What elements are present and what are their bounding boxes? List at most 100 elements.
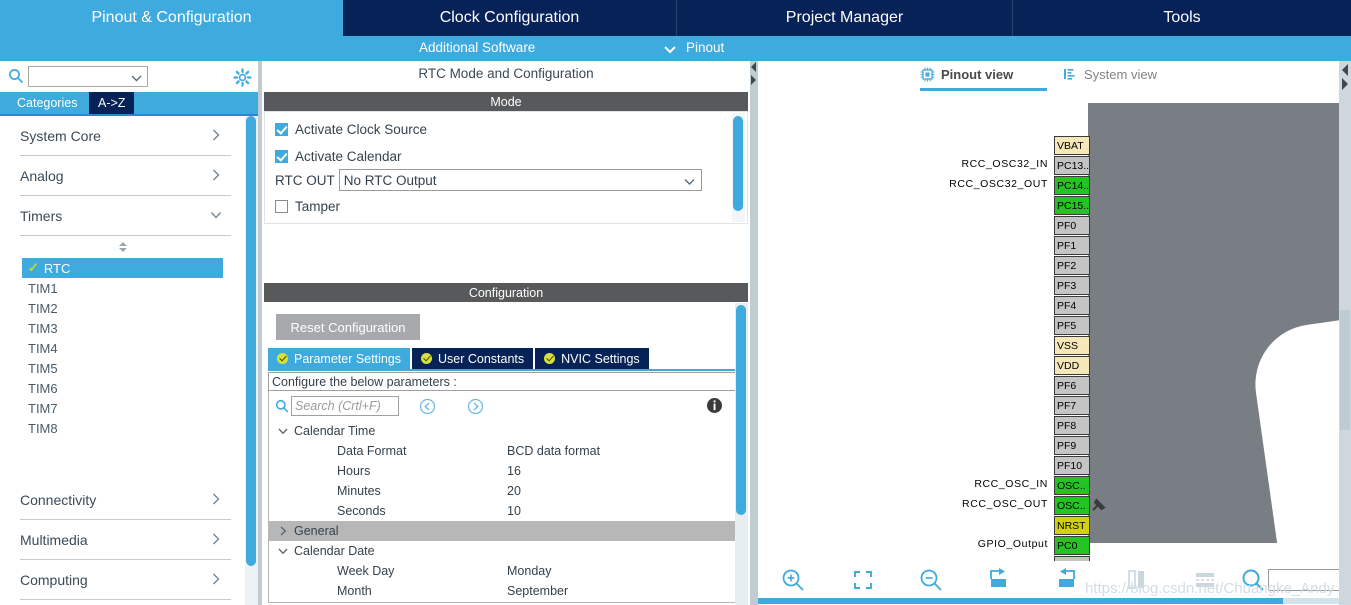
pin-pf7[interactable]: PF7 (1054, 396, 1090, 415)
tab-label: Tools (1163, 9, 1201, 26)
right-panel-scrollbar-thumb[interactable] (1340, 310, 1350, 430)
sidebar-item-tim8[interactable]: TIM8 (0, 418, 245, 438)
search-input[interactable] (28, 66, 148, 87)
sidebar-item-connectivity[interactable]: Connectivity (20, 480, 231, 520)
peripheral-label: TIM4 (28, 340, 58, 356)
tab-parameter-settings[interactable]: Parameter Settings (268, 348, 410, 369)
param-group-general[interactable]: General (269, 521, 515, 541)
param-group-calendar-time[interactable]: Calendar Time (269, 421, 738, 441)
pin-pc15[interactable]: PC15.. (1054, 196, 1090, 215)
tab-user-constants[interactable]: User Constants (412, 348, 534, 369)
param-group-label: Calendar Date (294, 544, 375, 558)
keepout-table-icon[interactable] (1190, 565, 1220, 595)
checkbox-icon[interactable] (275, 123, 288, 136)
param-row-minutes[interactable]: Minutes 20 (269, 481, 738, 501)
split-view-icon[interactable] (1121, 565, 1151, 595)
pin-pf9[interactable]: PF9 (1054, 436, 1090, 455)
tab-a-to-z[interactable]: A->Z (89, 92, 135, 114)
panel-collapse-handle[interactable] (750, 61, 758, 87)
pin-vss[interactable]: VSS (1054, 336, 1090, 355)
sidebar-item-multimedia[interactable]: Multimedia (20, 520, 231, 560)
sidebar-item-rtc[interactable]: ✓ RTC (22, 258, 223, 278)
sidebar-item-tim4[interactable]: TIM4 (0, 338, 245, 358)
rtc-out-select[interactable]: No RTC Output (338, 169, 702, 191)
find-pin-icon[interactable] (1238, 565, 1268, 595)
pin-pf0[interactable]: PF0 (1054, 216, 1090, 235)
sidebar-item-tim7[interactable]: TIM7 (0, 398, 245, 418)
main-tab-bar: Pinout & Configuration Clock Configurati… (0, 0, 1351, 36)
tab-pinout-configuration[interactable]: Pinout & Configuration (0, 0, 343, 36)
right-panel-collapse-handle[interactable] (1339, 62, 1351, 92)
checkbox-activate-clock-source[interactable]: Activate Clock Source (275, 122, 427, 137)
pin-vdd[interactable]: VDD (1054, 356, 1090, 375)
param-row-seconds[interactable]: Seconds 10 (269, 501, 738, 521)
configuration-scrollbar-thumb[interactable] (736, 305, 746, 515)
tab-tools[interactable]: Tools (1013, 0, 1351, 36)
sidebar-item-tim6[interactable]: TIM6 (0, 378, 245, 398)
tab-project-manager[interactable]: Project Manager (677, 0, 1013, 36)
sidebar-item-tim2[interactable]: TIM2 (0, 298, 245, 318)
pin-osc-in[interactable]: OSC.. (1054, 476, 1090, 495)
peripheral-label: TIM7 (28, 400, 58, 416)
pin-pf3[interactable]: PF3 (1054, 276, 1090, 295)
pin-pc14[interactable]: PC14.. (1054, 176, 1090, 195)
pinout-menu-button[interactable]: Pinout (686, 40, 724, 55)
sidebar-item-analog[interactable]: Analog (20, 156, 231, 196)
pin-pc0[interactable]: PC0 (1054, 536, 1090, 555)
previous-match-icon[interactable] (419, 398, 436, 415)
additional-software-button[interactable]: Additional Software (419, 40, 535, 55)
sidebar-item-middleware[interactable]: Middleware (20, 600, 231, 605)
tab-categories[interactable]: Categories (8, 92, 87, 114)
pin-pushpin-icon (1090, 496, 1108, 514)
param-row-hours[interactable]: Hours 16 (269, 461, 738, 481)
next-match-icon[interactable] (467, 398, 484, 415)
pin-pf8[interactable]: PF8 (1054, 416, 1090, 435)
chevron-down-icon (130, 71, 143, 83)
pin-pf10[interactable]: PF10 (1054, 456, 1090, 475)
parameter-search-input[interactable]: Search (Crtl+F) (291, 396, 399, 416)
sidebar-scrollbar-thumb[interactable] (246, 116, 256, 566)
checkbox-icon[interactable] (275, 200, 288, 213)
tab-system-view[interactable]: System view (1063, 67, 1157, 82)
pin-pf1[interactable]: PF1 (1054, 236, 1090, 255)
tab-clock-configuration[interactable]: Clock Configuration (343, 0, 677, 36)
param-row-date[interactable]: Date 21 (269, 601, 738, 602)
sidebar-item-computing[interactable]: Computing (20, 560, 231, 600)
param-row-month[interactable]: Month September (269, 581, 738, 601)
rotate-counterclockwise-icon[interactable] (1053, 565, 1083, 595)
pin-pf2[interactable]: PF2 (1054, 256, 1090, 275)
pin-osc-out[interactable]: OSC.. (1054, 496, 1090, 515)
pin-pf5[interactable]: PF5 (1054, 316, 1090, 335)
sidebar-item-timers[interactable]: Timers (20, 196, 231, 236)
checkbox-icon[interactable] (275, 150, 288, 163)
param-row-data-format[interactable]: Data Format BCD data format (269, 441, 738, 461)
info-icon[interactable] (706, 397, 723, 414)
tab-nvic-settings[interactable]: NVIC Settings (535, 348, 649, 369)
sidebar-item-tim1[interactable]: TIM1 (0, 278, 245, 298)
zoom-out-icon[interactable] (916, 565, 946, 595)
param-name: Seconds (337, 504, 386, 518)
scroll-collapse-handle[interactable] (0, 236, 245, 258)
mode-scrollbar-thumb[interactable] (733, 116, 743, 211)
sidebar-item-system-core[interactable]: System Core (20, 116, 231, 156)
checkbox-activate-calendar[interactable]: Activate Calendar (275, 149, 402, 164)
sidebar-item-tim3[interactable]: TIM3 (0, 318, 245, 338)
pin-pc13[interactable]: PC13.. (1054, 156, 1090, 175)
zoom-in-icon[interactable] (778, 565, 808, 595)
pin-search-input[interactable] (1268, 569, 1343, 591)
pin-nrst[interactable]: NRST (1054, 516, 1090, 535)
pin-pf6[interactable]: PF6 (1054, 376, 1090, 395)
checkbox-tamper[interactable]: Tamper (275, 199, 340, 214)
param-row-week-day[interactable]: Week Day Monday (269, 561, 738, 581)
pin-vbat[interactable]: VBAT (1054, 136, 1090, 155)
sidebar-item-tim5[interactable]: TIM5 (0, 358, 245, 378)
gear-icon[interactable] (233, 68, 252, 87)
rotate-clockwise-icon[interactable] (985, 565, 1015, 595)
pin-pf4[interactable]: PF4 (1054, 296, 1090, 315)
fit-to-window-icon[interactable] (848, 565, 878, 595)
param-group-calendar-date[interactable]: Calendar Date (269, 541, 738, 561)
search-placeholder: Search (Crtl+F) (295, 399, 381, 413)
reset-configuration-button[interactable]: Reset Configuration (276, 314, 420, 340)
tab-pinout-view[interactable]: Pinout view (920, 67, 1013, 82)
chip-diagram[interactable]: STM RCC_OSC32_IN RCC_OSC32_OUT RCC_OSC_I… (758, 93, 1343, 561)
